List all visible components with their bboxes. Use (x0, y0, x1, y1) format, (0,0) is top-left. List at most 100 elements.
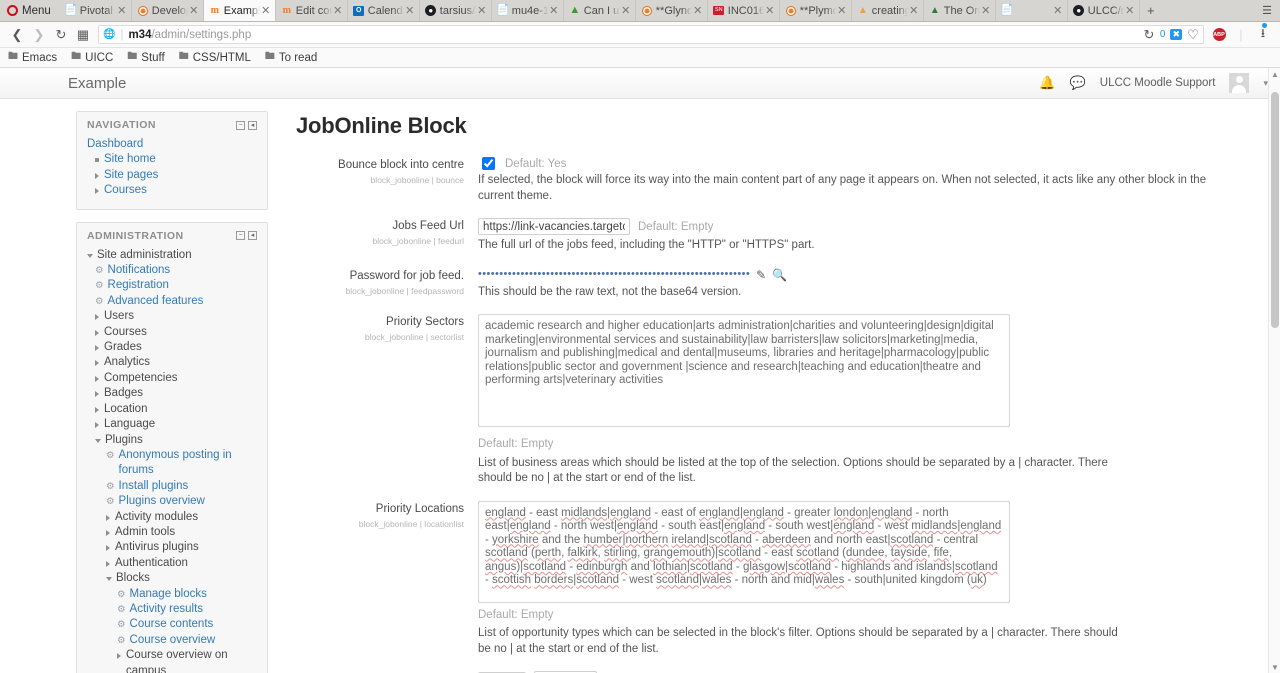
pencil-icon[interactable]: ✎ (756, 268, 766, 282)
page-scrollbar[interactable]: ▲ ▼ (1268, 68, 1280, 673)
nav-item[interactable]: Site pages (87, 168, 257, 183)
admin-item[interactable]: ⚙ Advanced features (87, 294, 257, 309)
bookmark-item[interactable]: 🖿 CSS/HTML (179, 49, 251, 66)
nav-item-label[interactable]: Site pages (104, 168, 158, 183)
chevron-right-icon[interactable] (95, 188, 99, 195)
chevron-right-icon[interactable] (117, 653, 121, 660)
chevron-right-icon[interactable] (95, 391, 99, 398)
browser-tab[interactable]: ▲Can I us✕ (563, 0, 636, 21)
admin-item[interactable]: ⚙ Anonymous posting in forums (87, 448, 257, 479)
blocked-ads-icon[interactable]: ✖ (1170, 29, 1182, 40)
nav-item-label[interactable]: Site home (104, 152, 156, 167)
magnifier-icon[interactable]: 🔍 (772, 268, 787, 282)
bookmark-item[interactable]: 🖿 To read (265, 49, 317, 66)
admin-item[interactable]: ⚙ Course overview (87, 633, 257, 648)
browser-tab[interactable]: **Glynd ✕ (635, 0, 708, 21)
browser-tab[interactable]: ▲ creating ✕ (851, 0, 924, 21)
browser-tab[interactable]: SNINC0169✕ (707, 0, 780, 21)
scroll-up-icon[interactable]: ▲ (1269, 68, 1280, 80)
admin-item-label[interactable]: Install plugins (119, 479, 189, 494)
nav-item-label[interactable]: Courses (104, 183, 147, 198)
admin-item-label[interactable]: Plugins overview (119, 494, 205, 509)
admin-item-label[interactable]: Anonymous posting in forums (119, 448, 257, 479)
new-tab-button[interactable]: + (1140, 0, 1162, 21)
url-reload-icon[interactable]: ↻ (1143, 24, 1155, 46)
chevron-down-icon[interactable] (87, 253, 93, 258)
close-icon[interactable]: ✕ (764, 4, 776, 17)
chevron-down-icon[interactable] (106, 577, 112, 582)
chevron-right-icon[interactable] (95, 422, 99, 429)
download-button[interactable]: ⭳ (1252, 23, 1274, 46)
dock-icon[interactable]: ◂ (248, 120, 257, 130)
close-icon[interactable]: ✕ (404, 4, 416, 17)
back-arrow-icon[interactable]: ❮ (6, 24, 28, 46)
collapse-icon[interactable]: − (236, 120, 245, 130)
close-icon[interactable]: ✕ (980, 4, 992, 17)
chevron-right-icon[interactable] (106, 560, 110, 567)
browser-tab[interactable]: m Edit cou ✕ (275, 0, 348, 21)
dock-icon[interactable]: ◂ (248, 231, 257, 241)
user-menu-label[interactable]: ULCC Moodle Support (1100, 77, 1216, 89)
adblock-button[interactable]: ABP (1208, 24, 1230, 46)
chevron-right-icon[interactable] (95, 406, 99, 413)
admin-item-label[interactable]: Activity results (130, 602, 204, 617)
admin-item-label[interactable]: Course contents (130, 617, 214, 632)
collapse-icon[interactable]: − (236, 231, 245, 241)
chevron-right-icon[interactable] (95, 314, 99, 321)
chevron-right-icon[interactable] (106, 514, 110, 521)
nav-item-label[interactable]: Dashboard (87, 137, 143, 152)
nav-item[interactable]: Courses (87, 183, 257, 198)
location-list-textarea[interactable]: england - east midlands|england - east o… (478, 500, 1010, 603)
scroll-down-icon[interactable]: ▼ (1269, 661, 1280, 673)
browser-tab[interactable]: ● tarsius/✕ (419, 0, 492, 21)
site-brand[interactable]: Example (68, 75, 126, 92)
close-icon[interactable]: ✕ (116, 4, 128, 17)
chevron-right-icon[interactable] (95, 375, 99, 382)
opera-menu-button[interactable]: Menu (0, 0, 60, 21)
close-icon[interactable]: ✕ (620, 4, 632, 17)
bookmark-item[interactable]: 🖿 UICC (71, 49, 113, 66)
admin-item[interactable]: ⚙ Plugins overview (87, 494, 257, 509)
feed-url-input[interactable] (478, 218, 630, 235)
admin-item-label[interactable]: Notifications (108, 263, 171, 278)
avatar[interactable] (1229, 73, 1250, 93)
scrollbar-thumb[interactable] (1271, 92, 1279, 328)
close-icon[interactable]: ✕ (476, 4, 488, 17)
close-icon[interactable]: ✕ (260, 4, 272, 17)
close-icon[interactable]: ✕ (188, 4, 200, 17)
admin-item-label[interactable]: Manage blocks (130, 587, 207, 602)
bookmark-item[interactable]: 🖿 Stuff (127, 49, 164, 66)
admin-item[interactable]: ⚙ Notifications (87, 263, 257, 278)
chevron-right-icon[interactable] (106, 529, 110, 536)
close-icon[interactable]: ✕ (836, 4, 848, 17)
chevron-right-icon[interactable] (95, 172, 99, 179)
tab-list-icon[interactable]: ☰ (1256, 0, 1278, 21)
close-icon[interactable]: ✕ (1124, 4, 1136, 17)
messages-icon[interactable]: 💬 (1070, 75, 1086, 91)
close-icon[interactable]: ✕ (332, 4, 344, 17)
close-icon[interactable]: ✕ (1052, 4, 1064, 17)
browser-tab[interactable]: m Example✕ (203, 0, 276, 21)
admin-item[interactable]: ⚙ Install plugins (87, 479, 257, 494)
admin-item[interactable]: ⚙ Registration (87, 278, 257, 293)
notifications-bell-icon[interactable]: 🔔 (1039, 75, 1055, 91)
forward-arrow-icon[interactable]: ❯ (28, 24, 50, 46)
chevron-down-icon[interactable] (95, 438, 101, 443)
bookmark-item[interactable]: 🖿 Emacs (8, 49, 57, 66)
chevron-right-icon[interactable] (106, 545, 110, 552)
heart-icon[interactable]: ♡ (1187, 24, 1199, 46)
chevron-right-icon[interactable] (95, 360, 99, 367)
sector-list-textarea[interactable]: academic research and higher education|a… (478, 314, 1010, 427)
browser-tab[interactable]: 📄 mu4e-1 ✕ (491, 0, 564, 21)
browser-tab[interactable]: OCalenda✕ (347, 0, 420, 21)
speed-dial-icon[interactable]: ▦ (72, 24, 94, 46)
url-input[interactable]: 🌐 | m34 /admin/settings.php ↻ 0 ✖ ♡ (98, 25, 1204, 44)
close-icon[interactable]: ✕ (908, 4, 920, 17)
browser-tab[interactable]: ▲The Org✕ (923, 0, 996, 21)
admin-item-label[interactable]: Advanced features (108, 294, 204, 309)
nav-item[interactable]: Site home (87, 152, 257, 167)
admin-item-label[interactable]: Course overview (130, 633, 216, 648)
admin-item-label[interactable]: Registration (108, 278, 169, 293)
browser-tab[interactable]: 📄 ✕ (995, 0, 1068, 21)
nav-item[interactable]: Dashboard (87, 137, 257, 152)
